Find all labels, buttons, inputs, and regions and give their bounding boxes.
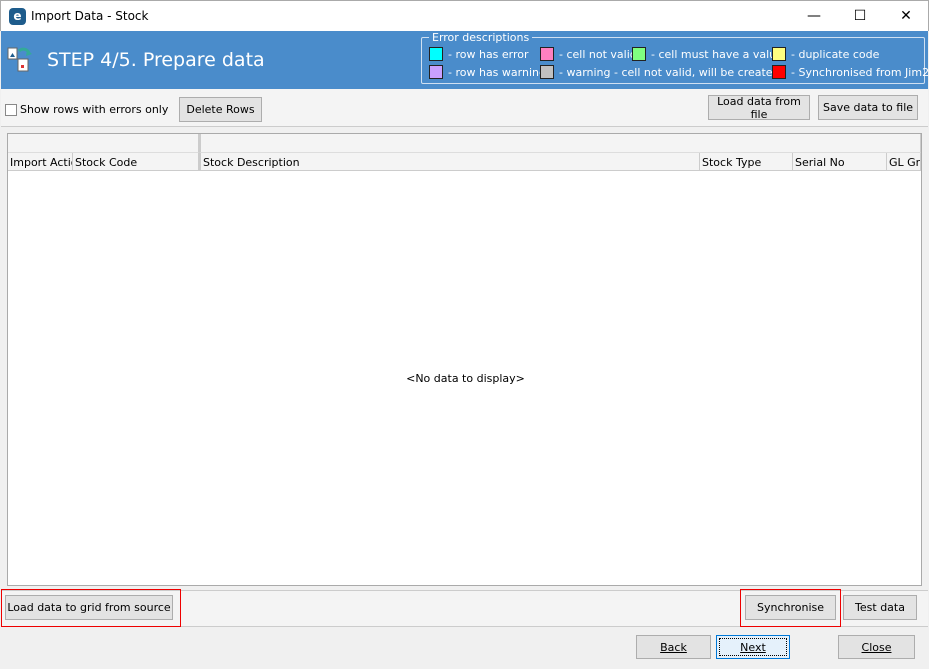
app-icon: e bbox=[9, 8, 26, 25]
legend-label: - cell must have a value bbox=[651, 47, 783, 61]
column-header[interactable]: Stock Type bbox=[700, 153, 793, 171]
legend-label: - cell not valid bbox=[559, 47, 637, 61]
legend-item: - cell not valid bbox=[540, 47, 637, 61]
legend-label: - duplicate code bbox=[791, 47, 880, 61]
minimize-icon[interactable]: — bbox=[791, 1, 837, 32]
column-header[interactable]: Stock Code bbox=[73, 153, 199, 171]
save-data-to-file-button[interactable]: Save data to file bbox=[818, 95, 918, 120]
band-header bbox=[8, 134, 199, 153]
next-button[interactable]: Next bbox=[716, 635, 790, 659]
legend-item: - row has warning bbox=[429, 65, 546, 79]
legend-item: - row has error bbox=[429, 47, 529, 61]
legend-item: - Synchronised from Jim2 bbox=[772, 65, 929, 79]
swatch-gray bbox=[540, 65, 554, 79]
legend-item: - cell must have a value bbox=[632, 47, 783, 61]
back-button[interactable]: Back bbox=[636, 635, 711, 659]
legend-label: - row has error bbox=[448, 47, 529, 61]
swatch-cyan bbox=[429, 47, 443, 61]
legend-title: Error descriptions bbox=[429, 31, 533, 44]
legend-label: - row has warning bbox=[448, 65, 546, 79]
legend-item: - warning - cell not valid, will be crea… bbox=[540, 65, 780, 79]
swatch-purple bbox=[429, 65, 443, 79]
band-header bbox=[199, 134, 921, 153]
show-errors-label[interactable]: Show rows with errors only bbox=[20, 103, 168, 116]
highlight-box bbox=[1, 589, 181, 627]
swatch-green bbox=[632, 47, 646, 61]
title-bar: e Import Data - Stock — ☐ ✕ bbox=[0, 0, 929, 31]
test-data-button[interactable]: Test data bbox=[843, 595, 917, 620]
delete-rows-button[interactable]: Delete Rows bbox=[179, 97, 262, 122]
empty-grid-message: <No data to display> bbox=[406, 372, 525, 385]
column-header[interactable]: Stock Description bbox=[199, 153, 700, 171]
column-header[interactable]: Serial No bbox=[793, 153, 887, 171]
error-legend: Error descriptions - row has error - cel… bbox=[421, 31, 929, 84]
close-icon[interactable]: ✕ bbox=[883, 1, 929, 32]
window-title: Import Data - Stock bbox=[31, 9, 149, 23]
highlight-box bbox=[740, 589, 841, 627]
legend-label: - Synchronised from Jim2 bbox=[791, 65, 929, 79]
legend-item: - duplicate code bbox=[772, 47, 879, 61]
close-button[interactable]: Close bbox=[838, 635, 915, 659]
data-grid[interactable]: Import Actio Stock Code Stock Descriptio… bbox=[7, 133, 922, 586]
legend-label: - warning - cell not valid, will be crea… bbox=[559, 65, 780, 79]
swatch-red bbox=[772, 65, 786, 79]
step-title: STEP 4/5. Prepare data bbox=[47, 49, 265, 71]
swatch-pink bbox=[540, 47, 554, 61]
swatch-yellow bbox=[772, 47, 786, 61]
load-data-from-file-button[interactable]: Load data from file bbox=[708, 95, 810, 121]
maximize-icon[interactable]: ☐ bbox=[837, 1, 883, 32]
show-errors-checkbox[interactable] bbox=[5, 104, 17, 116]
step-header: STEP 4/5. Prepare data Error description… bbox=[1, 31, 929, 89]
column-header[interactable]: GL Gro bbox=[887, 153, 921, 171]
import-file-icon bbox=[7, 47, 32, 72]
column-header[interactable]: Import Actio bbox=[8, 153, 73, 171]
